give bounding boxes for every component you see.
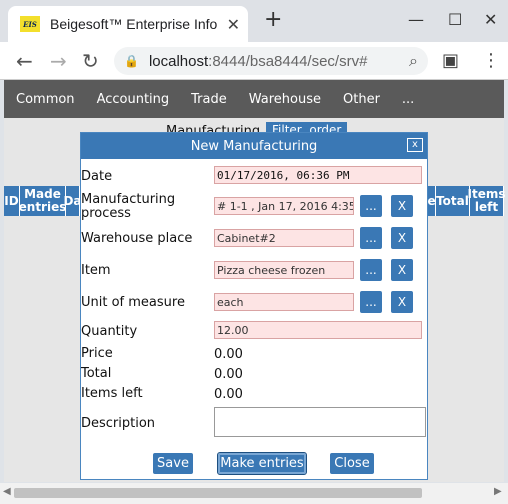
browser-tabstrip: EIS Beigesoft™ Enterprise Info ✕ + — ☐ ✕: [0, 0, 508, 42]
item-picker-button[interactable]: ...: [360, 259, 382, 281]
url-path: :8444/bsa8444/sec/srv#: [208, 52, 368, 70]
horizontal-scrollbar[interactable]: ◀ ▶: [0, 483, 508, 504]
item-field[interactable]: Pizza cheese frozen: [214, 261, 354, 279]
forward-icon[interactable]: →: [50, 49, 67, 73]
tab-close-icon[interactable]: ✕: [227, 15, 240, 34]
price-value: 0.00: [214, 347, 243, 362]
warehouse-label: Warehouse place: [81, 231, 193, 246]
save-button[interactable]: Save: [153, 453, 193, 474]
date-field[interactable]: 01/17/2016, 06:36 PM: [214, 166, 422, 184]
scrollbar-thumb[interactable]: [14, 488, 422, 498]
warehouse-clear-button[interactable]: X: [391, 227, 413, 249]
close-button[interactable]: Close: [330, 453, 374, 474]
column-header-items-left[interactable]: Items left: [468, 186, 506, 216]
window-close-icon[interactable]: ✕: [484, 10, 497, 29]
items-left-value: 0.00: [214, 387, 243, 402]
column-header-made-entries[interactable]: Made entries: [19, 186, 66, 216]
make-entries-button[interactable]: Make entries: [217, 452, 307, 475]
browser-tab[interactable]: EIS Beigesoft™ Enterprise Info ✕: [8, 6, 248, 42]
browser-toolbar: ← → ↻ 🔒 localhost:8444/bsa8444/sec/srv# …: [0, 42, 508, 80]
process-picker-button[interactable]: ...: [360, 195, 382, 217]
extension-icon[interactable]: ▣: [442, 50, 459, 71]
url-host: localhost: [148, 52, 209, 70]
app-menu-bar: Common Accounting Trade Warehouse Other …: [4, 80, 504, 118]
tab-title: Beigesoft™ Enterprise Info: [50, 16, 218, 32]
uom-field[interactable]: each: [214, 293, 354, 311]
menu-item-trade[interactable]: Trade: [191, 92, 227, 107]
lock-icon: 🔒: [124, 54, 139, 68]
uom-clear-button[interactable]: X: [391, 291, 413, 313]
menu-item-other[interactable]: Other: [343, 92, 380, 107]
menu-item-accounting[interactable]: Accounting: [97, 92, 170, 107]
total-label: Total: [81, 366, 112, 381]
favicon-icon: EIS: [20, 16, 40, 32]
menu-item-common[interactable]: Common: [16, 92, 75, 107]
process-field[interactable]: # 1-1 , Jan 17, 2016 4:35 PM: [214, 197, 354, 215]
new-tab-icon[interactable]: +: [264, 9, 282, 31]
description-textarea[interactable]: [214, 407, 426, 437]
menu-item-warehouse[interactable]: Warehouse: [249, 92, 321, 107]
column-header-id[interactable]: ID: [4, 186, 20, 216]
item-clear-button[interactable]: X: [391, 259, 413, 281]
total-value: 0.00: [214, 367, 243, 382]
price-label: Price: [81, 346, 113, 361]
date-label: Date: [81, 169, 113, 184]
uom-label: Unit of measure: [81, 295, 185, 310]
menu-item-more[interactable]: ...: [402, 92, 414, 107]
scroll-right-icon[interactable]: ▶: [494, 486, 502, 497]
quantity-field[interactable]: 12.00: [214, 321, 422, 339]
warehouse-picker-button[interactable]: ...: [360, 227, 382, 249]
process-clear-button[interactable]: X: [391, 195, 413, 217]
quantity-label: Quantity: [81, 324, 138, 339]
items-left-label: Items left: [81, 386, 143, 401]
dialog-title: New Manufacturing: [190, 138, 318, 154]
warehouse-field[interactable]: Cabinet#2: [214, 229, 354, 247]
scroll-left-icon[interactable]: ◀: [3, 486, 11, 497]
address-bar[interactable]: 🔒 localhost:8444/bsa8444/sec/srv# ⌕: [114, 47, 428, 75]
reload-icon[interactable]: ↻: [82, 49, 99, 73]
process-label: Manufacturing process: [81, 192, 176, 221]
browser-menu-icon[interactable]: ⋮: [482, 50, 500, 71]
column-header-date[interactable]: Da: [63, 186, 82, 216]
column-header-total[interactable]: Total: [436, 186, 470, 216]
back-icon[interactable]: ←: [16, 49, 33, 73]
uom-picker-button[interactable]: ...: [360, 291, 382, 313]
item-label: Item: [81, 263, 111, 278]
dialog-close-icon[interactable]: x: [407, 138, 423, 152]
minimize-icon[interactable]: —: [408, 10, 424, 29]
column-header-price[interactable]: e: [427, 186, 436, 216]
description-label: Description: [81, 416, 156, 431]
new-manufacturing-dialog: New Manufacturing x Date 01/17/2016, 06:…: [80, 132, 428, 480]
zoom-icon[interactable]: ⌕: [409, 51, 418, 71]
maximize-icon[interactable]: ☐: [448, 10, 462, 29]
dialog-header: New Manufacturing x: [81, 133, 427, 159]
